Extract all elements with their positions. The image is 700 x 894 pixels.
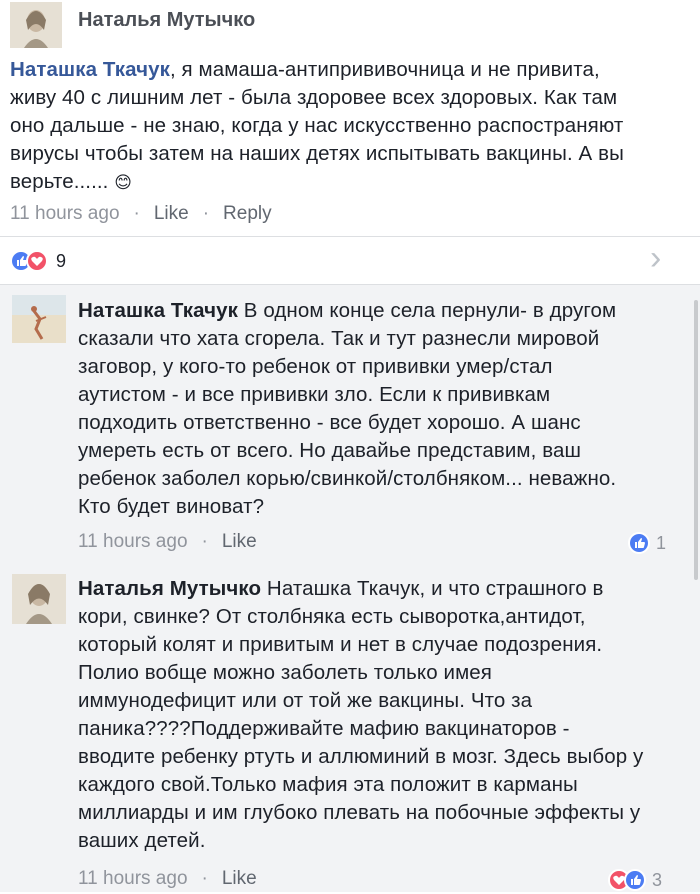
separator-dot: ·	[201, 868, 208, 889]
reply-text-line: Наташка Ткачук, и что страшного в	[261, 577, 604, 600]
like-button[interactable]: Like	[154, 203, 189, 224]
reply-text-line: Кто будет виноват?	[78, 495, 265, 518]
comment-text-line: живу 40 с лишним лет - была здоровее все…	[10, 86, 618, 109]
reply-text-line: который колят и привитым и нет в случае …	[78, 633, 603, 656]
separator-dot: ·	[133, 203, 140, 224]
love-reaction-icon	[26, 250, 48, 272]
comment-text-line: верьте......	[10, 170, 109, 193]
reply-text-line: миллиарды и им глубоко плевать на побочн…	[78, 801, 641, 824]
comment-text-line: вирусы чтобы затем на наших детях испыты…	[10, 142, 624, 165]
reply-text: Наталья Мутычко Наташка Ткачук, и что ст…	[78, 575, 696, 855]
reply-text-line: подходить ответственно - все будет хорош…	[78, 411, 581, 434]
divider	[0, 236, 700, 237]
reply-author-avatar[interactable]	[12, 295, 66, 343]
reply-author-name[interactable]: Наталья Мутычко	[78, 577, 261, 600]
smile-emoji-icon: 😊	[114, 173, 133, 192]
comment-timestamp[interactable]: 11 hours ago	[10, 203, 120, 224]
reply-author-name[interactable]: Наташка Ткачук	[78, 299, 238, 322]
reply-text-line: иммунодефицит или от той же вакцины. Что…	[78, 689, 533, 712]
like-reaction-icon	[624, 869, 646, 891]
reply-timestamp[interactable]: 11 hours ago	[78, 531, 188, 552]
reply-text-line: вводите ребенку ртуть и аллюминий в мозг…	[78, 745, 644, 768]
comment-meta: 11 hours ago · Like · Reply	[10, 203, 272, 225]
reply-text-line: Полио вобще можно заболеть только имея	[78, 661, 492, 684]
reaction-count: 9	[56, 250, 67, 271]
reply-text-line: каждого свой.Только мафия эта положит в …	[78, 773, 578, 796]
reply-text-line: заговор, у кого-то ребенок от прививки у…	[78, 355, 553, 378]
like-button[interactable]: Like	[222, 868, 257, 889]
reply-meta: 11 hours ago · Like	[78, 531, 257, 553]
comment-text-line: оно дальше - не знаю, когда у нас искусс…	[10, 114, 624, 137]
reply-timestamp[interactable]: 11 hours ago	[78, 868, 188, 889]
reaction-count: 1	[656, 532, 667, 553]
reply-text-line: кори, свинке? От столбняка есть сыворотк…	[78, 605, 586, 628]
reactions-summary[interactable]: 9	[10, 248, 66, 274]
reply-text-line: умереть есть от всего. Но давайье предст…	[78, 439, 581, 462]
reaction-count: 3	[652, 869, 663, 890]
reply-text-line: паника????Поддерживайте мафию вакцинатор…	[78, 717, 570, 740]
comment-text-line: , я мамаша-антипрививочница и не привита…	[169, 58, 600, 81]
reply-button[interactable]: Reply	[223, 203, 272, 224]
like-reaction-icon	[628, 532, 650, 554]
reply-text-line: ваших детей.	[78, 829, 206, 852]
separator-dot: ·	[201, 531, 208, 552]
like-button[interactable]: Like	[222, 531, 257, 552]
reply-author-avatar[interactable]	[12, 574, 66, 624]
reply-reactions[interactable]: 1	[628, 532, 666, 554]
post-author-name[interactable]: Наталья Мутычко	[78, 9, 255, 32]
chevron-right-icon[interactable]: ›	[650, 240, 661, 276]
reply-text: Наташка Ткачук В одном конце села пернул…	[78, 297, 693, 521]
mention-link[interactable]: Наташка Ткачук	[10, 58, 170, 81]
scrollbar[interactable]	[694, 300, 698, 580]
post-author-avatar[interactable]	[10, 2, 62, 48]
reply-reactions[interactable]: 3	[608, 869, 662, 891]
reply-text-line: В одном конце села пернули- в другом	[237, 299, 617, 322]
comment-text: Наташка Ткачук, я мамаша-антипрививочниц…	[10, 56, 690, 197]
reply-text-line: сказали что хата сгорела. Так и тут разн…	[78, 327, 600, 350]
separator-dot: ·	[202, 203, 210, 224]
reply-text-line: ребенок заболел корью/свинкой/столбняком…	[78, 467, 617, 490]
reply-meta: 11 hours ago · Like	[78, 868, 257, 890]
reply-text-line: аутистом - и все прививки зло. Если к пр…	[78, 383, 551, 406]
